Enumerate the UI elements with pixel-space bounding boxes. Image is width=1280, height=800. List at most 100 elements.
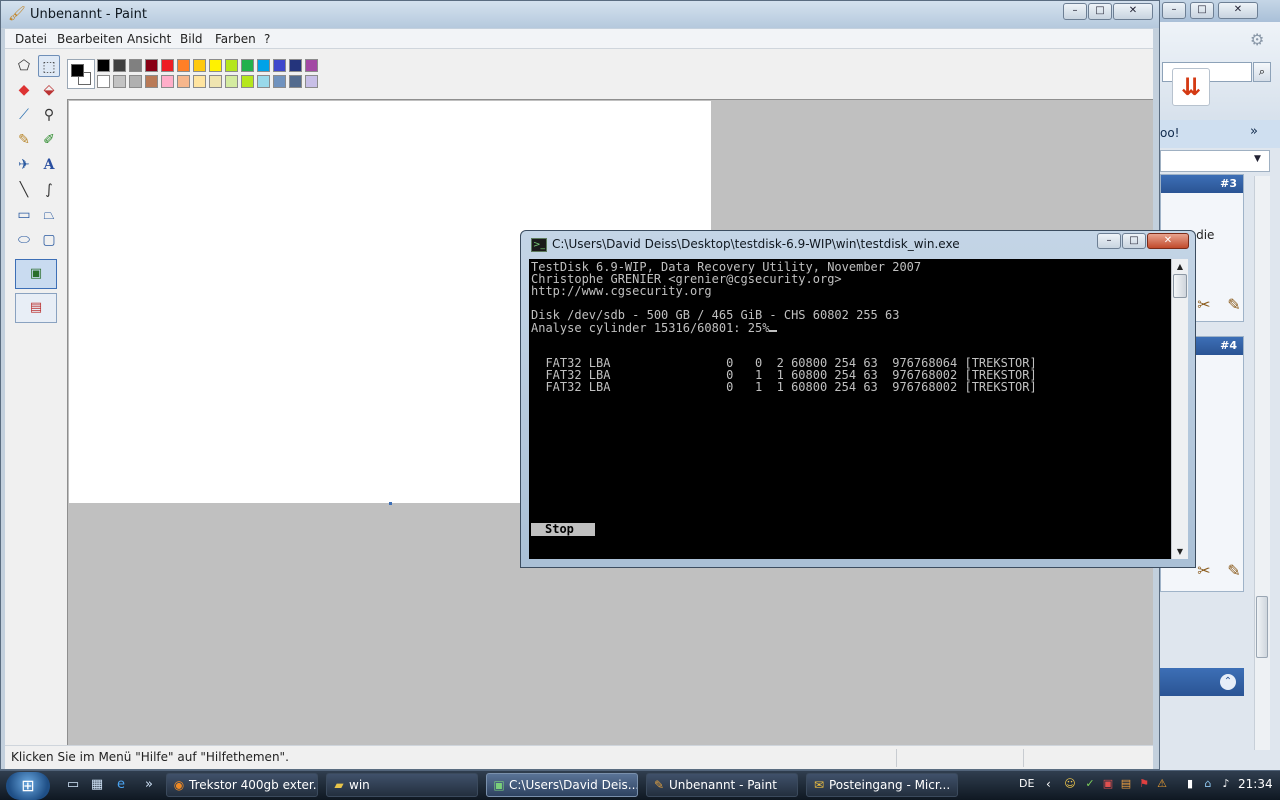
palette-swatch[interactable] <box>241 59 254 72</box>
dropdown-arrow-icon[interactable]: ▼ <box>1254 154 1261 164</box>
ellipse-icon[interactable]: ⬭ <box>13 229 35 251</box>
transparent-selection-option[interactable]: ▤ <box>15 293 57 323</box>
browser-maximize-button[interactable]: □ <box>1190 2 1214 19</box>
task-firefox[interactable]: ◉ Trekstor 400gb exter... <box>166 773 318 797</box>
palette-swatch[interactable] <box>209 59 222 72</box>
resize-handle-bottom[interactable] <box>389 502 392 505</box>
free-select-icon[interactable]: ⬠ <box>13 55 35 77</box>
palette-swatch[interactable] <box>257 75 270 88</box>
palette-swatch[interactable] <box>129 75 142 88</box>
scroll-down-arrow-icon[interactable]: ▼ <box>1172 544 1188 559</box>
tray-messenger-icon[interactable]: ☺ <box>1063 777 1077 791</box>
palette-swatch[interactable] <box>97 75 110 88</box>
tray-flag-icon[interactable]: ⚑ <box>1137 777 1151 791</box>
paint-titlebar[interactable]: 🖌 Unbenannt - Paint – □ ✕ <box>1 1 1159 28</box>
task-outlook[interactable]: ✉ Posteingang - Micr... <box>806 773 958 797</box>
palette-swatch[interactable] <box>161 59 174 72</box>
palette-swatch[interactable] <box>241 75 254 88</box>
edit-icon[interactable]: ✎ <box>1220 560 1248 582</box>
polygon-icon[interactable]: ⏢ <box>38 204 60 226</box>
language-indicator[interactable]: DE <box>1019 777 1034 790</box>
rect-select-icon[interactable]: ⬚ <box>38 55 60 77</box>
menu-bild[interactable]: Bild <box>180 32 203 46</box>
palette-swatch[interactable] <box>145 59 158 72</box>
tray-alert-icon[interactable]: ⚠ <box>1155 777 1169 791</box>
rectangle-icon[interactable]: ▭ <box>13 204 35 226</box>
palette-swatch[interactable] <box>161 75 174 88</box>
palette-swatch[interactable] <box>305 59 318 72</box>
opaque-selection-option[interactable]: ▣ <box>15 259 57 289</box>
menu-datei[interactable]: Datei <box>15 32 47 46</box>
menu-farben[interactable]: Farben <box>215 32 256 46</box>
palette-swatch[interactable] <box>305 75 318 88</box>
console-minimize-button[interactable]: – <box>1097 233 1121 249</box>
tray-notes-icon[interactable]: ▤ <box>1119 777 1133 791</box>
browser-scroll-thumb[interactable] <box>1256 596 1268 658</box>
palette-swatch[interactable] <box>273 75 286 88</box>
line-icon[interactable]: ╲ <box>13 179 35 201</box>
switch-windows-icon[interactable]: ▦ <box>88 777 106 793</box>
brush-icon[interactable]: ✐ <box>38 129 60 151</box>
palette-swatch[interactable] <box>129 59 142 72</box>
start-button[interactable]: ⊞ <box>6 772 50 800</box>
foreground-color-swatch[interactable] <box>71 64 84 77</box>
tray-security-icon[interactable]: ✓ <box>1083 777 1097 791</box>
scroll-up-arrow-icon[interactable]: ▲ <box>1172 259 1188 274</box>
palette-swatch[interactable] <box>145 75 158 88</box>
tray-app-icon[interactable]: ▣ <box>1101 777 1115 791</box>
palette-swatch[interactable] <box>177 59 190 72</box>
palette-swatch[interactable] <box>177 75 190 88</box>
menu-help[interactable]: ? <box>264 32 270 46</box>
console-scrollbar[interactable]: ▲ ▼ <box>1171 259 1188 559</box>
internet-explorer-icon[interactable]: e <box>112 777 130 793</box>
palette-swatch[interactable] <box>225 59 238 72</box>
console-scroll-thumb[interactable] <box>1173 274 1187 298</box>
show-desktop-icon[interactable]: ▭ <box>64 777 82 793</box>
tray-device-icon[interactable]: ▮ <box>1183 777 1197 791</box>
settings-gear-icon[interactable]: ⚙ <box>1250 30 1264 49</box>
console-screen[interactable]: TestDisk 6.9-WIP, Data Recovery Utility,… <box>529 259 1171 559</box>
task-win-folder[interactable]: ▰ win <box>326 773 478 797</box>
paint-maximize-button[interactable]: □ <box>1088 3 1112 20</box>
palette-swatch[interactable] <box>113 75 126 88</box>
browser-minimize-button[interactable]: – <box>1162 2 1186 19</box>
console-maximize-button[interactable]: □ <box>1122 233 1146 249</box>
download-arrows-icon[interactable]: ⇊ <box>1172 68 1210 106</box>
airbrush-icon[interactable]: ✈ <box>13 154 35 176</box>
stop-button[interactable]: Stop <box>531 523 595 536</box>
palette-swatch[interactable] <box>113 59 126 72</box>
task-paint[interactable]: ✎ Unbenannt - Paint <box>646 773 798 797</box>
menu-bearbeiten[interactable]: Bearbeiten <box>57 32 123 46</box>
browser-scrollbar[interactable] <box>1254 176 1270 750</box>
strip-link[interactable]: oo! <box>1160 126 1180 140</box>
fill-icon[interactable]: ⬙ <box>38 79 60 101</box>
curve-icon[interactable]: ∫ <box>38 179 60 201</box>
palette-swatch[interactable] <box>97 59 110 72</box>
rounded-rect-icon[interactable]: ▢ <box>38 229 60 251</box>
palette-swatch[interactable] <box>257 59 270 72</box>
task-console[interactable]: ▣ C:\Users\David Deis... <box>486 773 638 797</box>
tray-network-icon[interactable]: ⌂ <box>1201 777 1215 791</box>
menu-ansicht[interactable]: Ansicht <box>127 32 171 46</box>
browser-close-button[interactable]: ✕ <box>1218 2 1258 19</box>
palette-swatch[interactable] <box>193 75 206 88</box>
edit-icon[interactable]: ✎ <box>1220 294 1248 316</box>
current-colors[interactable] <box>67 59 95 89</box>
console-close-button[interactable]: ✕ <box>1147 233 1189 249</box>
tray-expand-icon[interactable]: ‹ <box>1046 777 1051 791</box>
palette-swatch[interactable] <box>273 59 286 72</box>
palette-swatch[interactable] <box>289 75 302 88</box>
pencil-icon[interactable]: ✎ <box>13 129 35 151</box>
tray-volume-icon[interactable]: ♪ <box>1219 777 1233 791</box>
palette-swatch[interactable] <box>193 59 206 72</box>
chevron-up-icon[interactable]: ⌃ <box>1220 674 1236 690</box>
palette-swatch[interactable] <box>225 75 238 88</box>
paint-minimize-button[interactable]: – <box>1063 3 1087 20</box>
text-icon[interactable]: A <box>38 154 60 176</box>
palette-swatch[interactable] <box>209 75 222 88</box>
paint-close-button[interactable]: ✕ <box>1113 3 1153 20</box>
magnifier-icon[interactable]: ⚲ <box>38 104 60 126</box>
palette-swatch[interactable] <box>289 59 302 72</box>
chevron-right-icon[interactable]: » <box>1250 124 1258 139</box>
color-picker-icon[interactable]: ⟋ <box>13 104 35 126</box>
